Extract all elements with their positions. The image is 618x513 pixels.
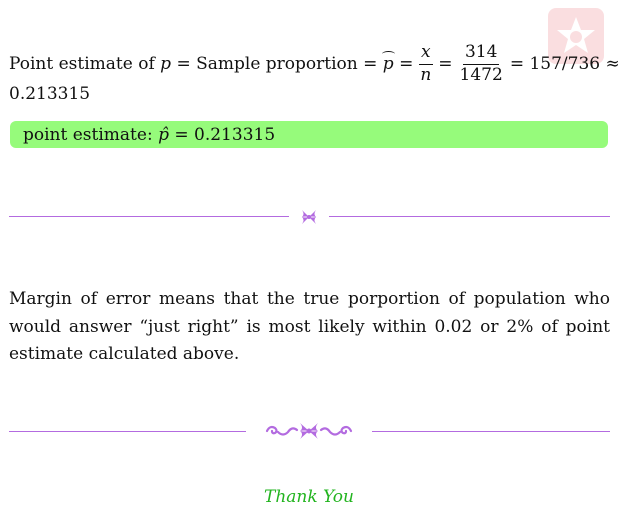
formula-var-p: p xyxy=(160,54,172,74)
thank-you-text: Thank You xyxy=(263,487,354,507)
fraction-numerator-x: x xyxy=(419,43,433,65)
fraction-numerator-value: 314 xyxy=(462,43,500,65)
divider-left-2 xyxy=(9,431,246,432)
fraction-denominator-value: 1472 xyxy=(459,64,503,85)
formula-equals-3: = xyxy=(399,54,414,74)
formula-equals-4: = xyxy=(438,54,453,74)
fraction-denominator-n: n xyxy=(420,64,432,85)
scroll-ornament-icon xyxy=(265,423,353,439)
margin-of-error-paragraph: Margin of error means that the true porp… xyxy=(9,289,610,364)
point-estimate-highlight-box: point estimate: p̂ = 0.213315 xyxy=(10,121,608,148)
fraction-x-over-n: x n xyxy=(418,43,433,85)
highlight-label: point estimate: xyxy=(23,124,153,145)
fraction-314-over-1472: 314 1472 xyxy=(458,43,505,85)
formula-result: = 157/736 ≈ xyxy=(509,54,618,74)
divider-right-2 xyxy=(372,431,610,432)
formula-decimal-result: 0.213315 xyxy=(9,84,91,104)
formula-p-hat: p xyxy=(381,51,395,74)
divider-right-1 xyxy=(329,216,610,217)
divider-left-1 xyxy=(9,216,289,217)
highlight-value: = 0.213315 xyxy=(174,124,276,145)
formula-equals-2: = xyxy=(363,54,378,74)
point-estimate-formula: Point estimate of p = Sample proportion … xyxy=(9,43,618,85)
highlight-p-hat: p̂ xyxy=(158,124,169,145)
formula-equals-1: = xyxy=(176,54,191,74)
flower-ornament-icon xyxy=(302,210,316,224)
formula-text-intro: Point estimate of xyxy=(9,54,155,74)
formula-text-sample-proportion: Sample proportion xyxy=(196,54,358,74)
